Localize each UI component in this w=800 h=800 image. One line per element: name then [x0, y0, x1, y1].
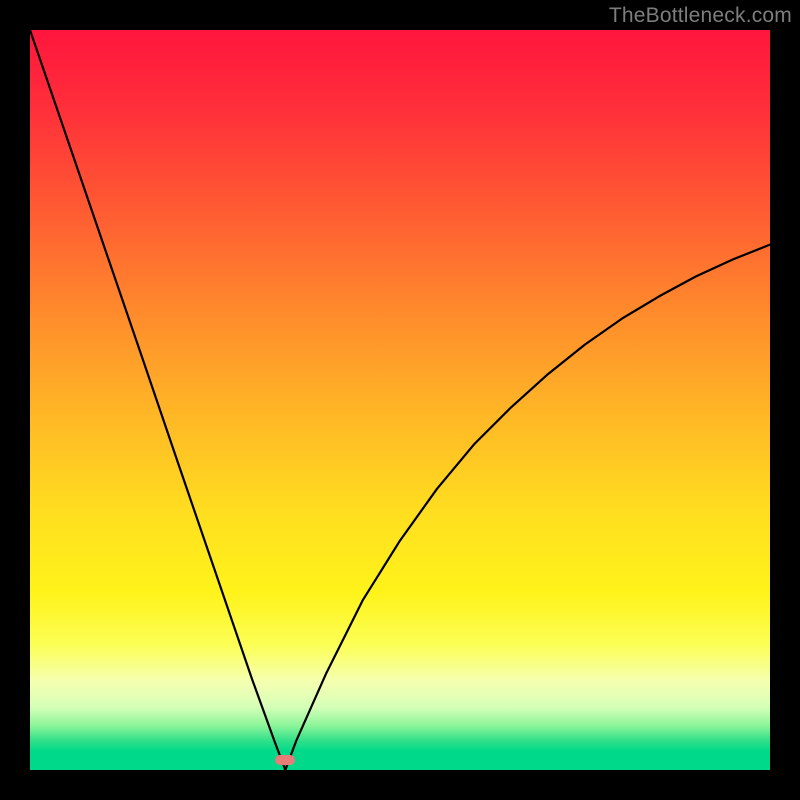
watermark-text: TheBottleneck.com	[609, 4, 792, 28]
optimal-marker	[275, 755, 295, 765]
chart-frame: TheBottleneck.com	[0, 0, 800, 800]
plot-area	[30, 30, 770, 770]
bottleneck-curve	[30, 30, 770, 770]
